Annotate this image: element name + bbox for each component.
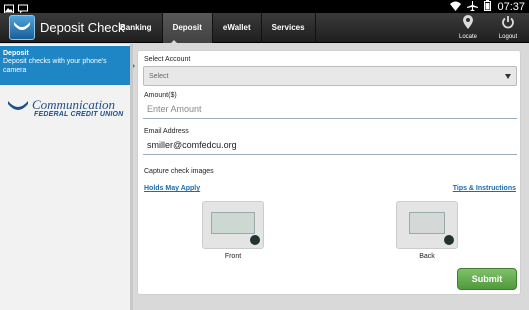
sidebar-item-description: Deposit checks with your phone's camera — [3, 58, 107, 74]
submit-button[interactable]: Submit — [457, 268, 517, 290]
tips-instructions-link[interactable]: Tips & Instructions — [453, 185, 516, 192]
locate-label: Locate — [458, 34, 477, 40]
locate-button[interactable]: Locate — [455, 15, 481, 40]
email-label: Email Address — [144, 128, 189, 135]
tab-deposit[interactable]: Deposit — [162, 13, 213, 43]
sidebar-item-deposit[interactable]: Deposit Deposit checks with your phone's… — [0, 46, 135, 85]
sidebar-divider — [130, 44, 133, 310]
front-capture-button[interactable] — [202, 201, 264, 249]
email-input[interactable] — [143, 135, 517, 155]
camera-icon — [444, 235, 454, 245]
app-logo-icon — [9, 15, 35, 40]
capture-label: Capture check images — [144, 168, 214, 175]
holds-may-apply-link[interactable]: Holds May Apply — [144, 185, 200, 192]
logout-button[interactable]: Logout — [495, 15, 521, 40]
credit-union-logo-icon — [8, 99, 28, 113]
chevron-down-icon — [505, 74, 511, 79]
sidebar-item-title: Deposit — [3, 50, 29, 57]
sidebar: Deposit Deposit checks with your phone's… — [0, 44, 135, 310]
tab-bar: Banking Deposit eWallet Services — [110, 13, 316, 43]
account-label: Select Account — [144, 56, 191, 63]
account-select-value: Select — [149, 73, 169, 80]
status-bar: 07:37 — [0, 0, 529, 14]
credit-union-subtitle: FEDERAL CREDIT UNION — [34, 111, 124, 118]
tab-banking[interactable]: Banking — [110, 13, 163, 43]
tab-services[interactable]: Services — [262, 13, 316, 43]
back-label: Back — [419, 253, 435, 260]
clock-time: 07:37 — [497, 0, 525, 13]
credit-union-logo: Communication FEDERAL CREDIT UNION — [8, 97, 126, 119]
logout-label: Logout — [498, 34, 518, 40]
map-pin-icon — [463, 15, 473, 33]
back-capture-button[interactable] — [396, 201, 458, 249]
camera-icon — [250, 235, 260, 245]
app-header: Deposit Check Banking Deposit eWallet Se… — [0, 13, 529, 44]
front-label: Front — [224, 253, 242, 260]
tab-ewallet[interactable]: eWallet — [213, 13, 262, 43]
account-select[interactable]: Select — [143, 66, 517, 86]
check-front-icon — [211, 212, 255, 234]
amount-input[interactable] — [143, 99, 517, 119]
amount-label: Amount($) — [144, 92, 177, 99]
active-tab-indicator — [170, 40, 178, 44]
power-icon — [501, 16, 515, 33]
check-back-icon — [409, 212, 445, 234]
deposit-form: Select Account Select Amount($) Email Ad… — [137, 50, 521, 295]
